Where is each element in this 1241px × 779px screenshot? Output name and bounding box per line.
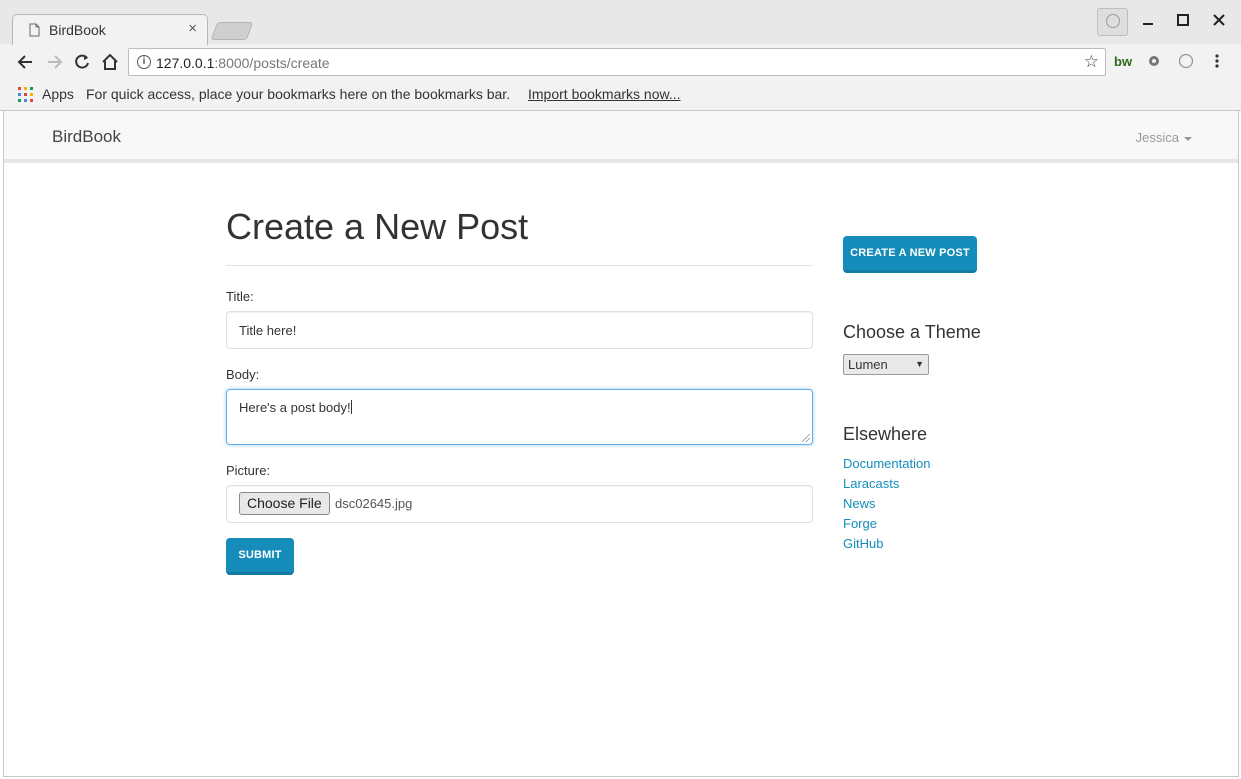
circle-extension-icon[interactable] <box>1178 53 1194 69</box>
caret-down-icon <box>1184 136 1192 141</box>
browser-chrome: BirdBook × i 127.0.0.1:8000/posts/create… <box>0 0 1241 111</box>
theme-selected-value: Lumen <box>848 357 888 372</box>
title-input[interactable]: Title here! <box>226 311 813 349</box>
site-navbar: BirdBook Jessica <box>4 111 1238 163</box>
link-documentation[interactable]: Documentation <box>843 456 930 471</box>
forward-arrow-icon[interactable] <box>44 52 64 72</box>
title-label: Title: <box>226 289 254 304</box>
menu-dots-icon[interactable] <box>1212 53 1222 69</box>
apps-grid-icon[interactable] <box>18 87 33 102</box>
import-bookmarks-link[interactable]: Import bookmarks now... <box>528 86 681 102</box>
gear-extension-icon[interactable] <box>1146 53 1162 69</box>
info-icon[interactable]: i <box>137 55 151 69</box>
picture-file-input[interactable]: Choose File dsc02645.jpg <box>226 485 813 523</box>
page-title: Create a New Post <box>226 206 529 247</box>
choose-file-button[interactable]: Choose File <box>239 492 330 515</box>
page-viewport: BirdBook Jessica Create a New Post Title… <box>3 111 1239 777</box>
body-textarea-value: Here's a post body! <box>239 400 352 415</box>
link-laracasts[interactable]: Laracasts <box>843 476 899 491</box>
url-text[interactable]: 127.0.0.1:8000/posts/create <box>156 55 330 71</box>
home-icon[interactable] <box>100 52 120 72</box>
title-input-value: Title here! <box>239 323 297 338</box>
bw-extension-icon[interactable]: bw <box>1114 54 1132 69</box>
page-icon <box>29 23 40 37</box>
user-dropdown[interactable]: Jessica <box>1136 130 1192 145</box>
link-forge[interactable]: Forge <box>843 516 877 531</box>
link-github[interactable]: GitHub <box>843 536 883 551</box>
maximize-icon[interactable] <box>1173 10 1193 30</box>
body-textarea[interactable]: Here's a post body! <box>226 389 813 445</box>
create-post-button[interactable]: CREATE A NEW POST <box>843 236 977 273</box>
new-tab-button[interactable] <box>210 22 254 40</box>
address-bar[interactable]: i 127.0.0.1:8000/posts/create ☆ <box>128 48 1106 76</box>
divider <box>226 265 813 266</box>
bookmark-star-icon[interactable]: ☆ <box>1084 52 1099 72</box>
tab-strip: BirdBook × <box>0 0 1241 45</box>
text-cursor <box>350 400 352 414</box>
elsewhere-heading: Elsewhere <box>843 424 928 444</box>
resize-handle-icon[interactable] <box>802 434 810 442</box>
brand-link[interactable]: BirdBook <box>52 127 121 147</box>
theme-select[interactable]: Lumen ▼ <box>843 354 929 375</box>
user-name: Jessica <box>1135 130 1179 145</box>
reload-icon[interactable] <box>72 52 92 72</box>
tab-close-icon[interactable]: × <box>188 20 197 37</box>
dropdown-arrow-icon: ▼ <box>915 359 924 369</box>
tab-title: BirdBook <box>49 22 106 38</box>
selected-file-name: dsc02645.jpg <box>335 496 413 511</box>
body-label: Body: <box>226 367 260 382</box>
theme-heading: Choose a Theme <box>843 322 981 342</box>
submit-button[interactable]: SUBMIT <box>226 538 294 575</box>
close-window-icon[interactable] <box>1209 10 1229 30</box>
bookmarks-hint: For quick access, place your bookmarks h… <box>86 86 511 102</box>
back-arrow-icon[interactable] <box>16 52 36 72</box>
minimize-icon[interactable] <box>1138 10 1158 30</box>
person-icon <box>1106 14 1120 28</box>
picture-label: Picture: <box>226 463 271 478</box>
apps-link[interactable]: Apps <box>42 86 74 102</box>
bookmarks-bar: Apps For quick access, place your bookma… <box>0 80 1241 110</box>
browser-toolbar: i 127.0.0.1:8000/posts/create ☆ bw <box>0 44 1241 80</box>
profile-button[interactable] <box>1097 8 1128 36</box>
link-news[interactable]: News <box>843 496 876 511</box>
browser-tab[interactable]: BirdBook × <box>12 14 208 45</box>
